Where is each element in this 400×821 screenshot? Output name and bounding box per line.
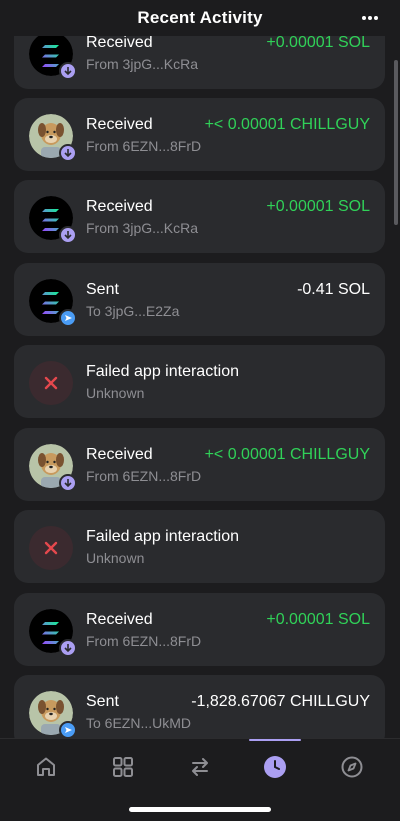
- token-avatar: [29, 279, 77, 327]
- received-arrow-icon: [59, 226, 77, 244]
- transaction-amount: +< 0.00001 CHILLGUY: [204, 446, 370, 463]
- transaction-amount: -0.41 SOL: [297, 281, 370, 298]
- transaction-item[interactable]: Received From 6EZN...8FrD +< 0.00001 CHI…: [14, 428, 385, 501]
- token-avatar: [29, 444, 77, 492]
- token-avatar: [29, 361, 73, 405]
- transaction-amount: -1,828.67067 CHILLGUY: [191, 693, 370, 710]
- sent-arrow-icon: [59, 721, 77, 738]
- tab-activity[interactable]: [250, 749, 300, 785]
- header: Recent Activity: [0, 0, 400, 36]
- transaction-counterparty: To 3jpG...E2Za: [86, 303, 180, 319]
- transaction-title: Failed app interaction: [86, 363, 239, 380]
- transaction-item[interactable]: Failed app interaction Unknown: [14, 510, 385, 583]
- token-avatar: [29, 526, 73, 570]
- token-avatar: [29, 691, 77, 738]
- transaction-amount: +0.00001 SOL: [266, 34, 370, 51]
- transaction-amount: +0.00001 SOL: [266, 611, 370, 628]
- failed-x-icon: [29, 361, 73, 405]
- transaction-counterparty: From 3jpG...KcRa: [86, 220, 199, 236]
- transaction-item[interactable]: Received From 6EZN...8FrD +0.00001 SOL: [14, 593, 385, 666]
- transaction-counterparty: To 6EZN...UkMD: [86, 715, 192, 731]
- sent-arrow-icon: [59, 309, 77, 327]
- transaction-counterparty: From 3jpG...KcRa: [86, 56, 199, 72]
- received-arrow-icon: [59, 474, 77, 492]
- received-arrow-icon: [59, 62, 77, 80]
- token-avatar: [29, 609, 77, 657]
- failed-x-icon: [29, 526, 73, 570]
- transaction-amount: +< 0.00001 CHILLGUY: [204, 116, 370, 133]
- transaction-counterparty: Unknown: [86, 550, 145, 566]
- transaction-counterparty: From 6EZN...8FrD: [86, 138, 202, 154]
- token-avatar: [29, 114, 77, 162]
- transaction-counterparty: From 6EZN...8FrD: [86, 633, 202, 649]
- transaction-counterparty: Unknown: [86, 385, 145, 401]
- active-tab-indicator: [249, 739, 301, 741]
- tab-home[interactable]: [21, 749, 71, 785]
- transaction-item[interactable]: Sent To 3jpG...E2Za -0.41 SOL: [14, 263, 385, 336]
- transaction-item[interactable]: Received From 6EZN...8FrD +< 0.00001 CHI…: [14, 98, 385, 171]
- grid-icon: [113, 757, 133, 777]
- received-arrow-icon: [59, 144, 77, 162]
- transaction-title: Failed app interaction: [86, 528, 239, 545]
- transaction-item[interactable]: Sent To 6EZN...UkMD -1,828.67067 CHILLGU…: [14, 675, 385, 738]
- transaction-title: Sent: [86, 693, 119, 710]
- more-options-button[interactable]: [358, 8, 382, 28]
- tab-explore[interactable]: [327, 749, 377, 785]
- transaction-title: Received: [86, 116, 153, 133]
- transaction-title: Received: [86, 446, 153, 463]
- activity-list[interactable]: Received From 3jpG...KcRa +0.00001 SOL R…: [0, 0, 400, 738]
- scrollbar[interactable]: [394, 60, 398, 225]
- compass-icon: [341, 756, 363, 778]
- token-avatar: [29, 32, 77, 80]
- token-avatar: [29, 196, 77, 244]
- page-title: Recent Activity: [137, 8, 263, 27]
- transaction-counterparty: From 6EZN...8FrD: [86, 468, 202, 484]
- transaction-title: Received: [86, 198, 153, 215]
- home-indicator[interactable]: [129, 807, 271, 812]
- transaction-item[interactable]: Failed app interaction Unknown: [14, 345, 385, 418]
- transaction-title: Received: [86, 611, 153, 628]
- transaction-amount: +0.00001 SOL: [266, 198, 370, 215]
- received-arrow-icon: [59, 639, 77, 657]
- transaction-title: Sent: [86, 281, 119, 298]
- home-icon: [37, 757, 55, 776]
- tab-collectibles[interactable]: [98, 749, 148, 785]
- transaction-title: Received: [86, 34, 153, 51]
- clock-icon: [264, 756, 286, 778]
- transaction-item[interactable]: Received From 3jpG...KcRa +0.00001 SOL: [14, 180, 385, 253]
- swap-icon: [192, 758, 208, 776]
- more-dots-icon: [362, 16, 378, 20]
- tab-swap[interactable]: [175, 749, 225, 785]
